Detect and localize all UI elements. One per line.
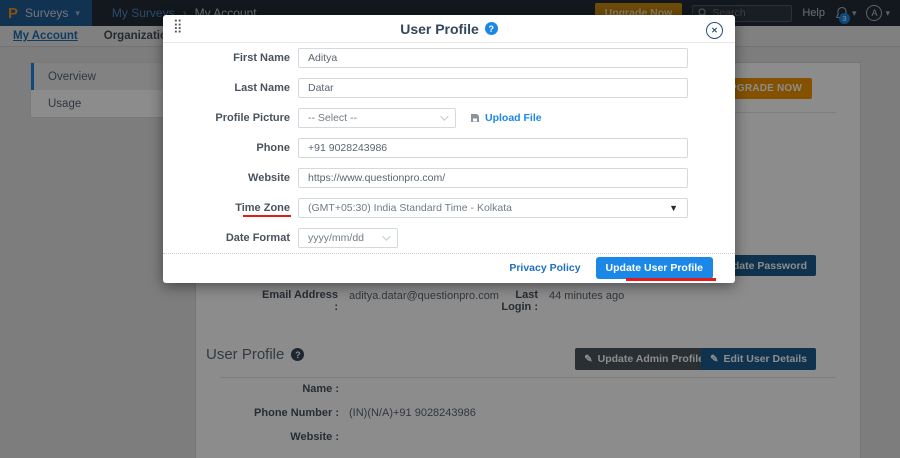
profile-picture-selected-value: -- Select -- — [308, 112, 357, 124]
timezone-selected-value: (GMT+05:30) India Standard Time - Kolkat… — [308, 202, 512, 214]
last-name-label: Last Name — [163, 82, 290, 94]
caret-down-icon: ▼ — [669, 203, 678, 213]
timezone-select[interactable]: (GMT+05:30) India Standard Time - Kolkat… — [298, 198, 688, 218]
modal-title: User Profile — [400, 21, 479, 37]
upload-file-icon — [470, 113, 480, 123]
close-icon[interactable]: ✕ — [706, 22, 723, 39]
dateformat-select[interactable]: yyyy/mm/dd — [298, 228, 398, 248]
timezone-label: Time Zone — [163, 202, 290, 214]
timezone-row: Time Zone (GMT+05:30) India Standard Tim… — [163, 193, 735, 223]
phone-label: Phone — [163, 142, 290, 154]
annotation-underline-timezone — [243, 215, 291, 217]
profile-picture-label: Profile Picture — [163, 112, 290, 124]
drag-handle-icon[interactable]: ⣿ — [173, 19, 183, 32]
website-row: Website — [163, 163, 735, 193]
last-name-row: Last Name — [163, 73, 735, 103]
user-profile-form: First Name Last Name Profile Picture -- … — [163, 43, 735, 253]
profile-picture-row: Profile Picture -- Select -- Upload File — [163, 103, 735, 133]
first-name-input[interactable] — [298, 48, 688, 68]
dateformat-label: Date Format — [163, 232, 290, 244]
help-icon[interactable]: ? — [485, 22, 498, 35]
chevron-down-icon — [440, 112, 448, 120]
update-user-profile-button[interactable]: Update User Profile — [596, 257, 713, 279]
last-name-input[interactable] — [298, 78, 688, 98]
dateformat-row: Date Format yyyy/mm/dd — [163, 223, 735, 253]
website-label: Website — [163, 172, 290, 184]
privacy-policy-link[interactable]: Privacy Policy — [509, 262, 580, 274]
first-name-row: First Name — [163, 43, 735, 73]
upload-file-label: Upload File — [485, 112, 542, 124]
modal-header: ⣿ User Profile ? ✕ — [163, 15, 735, 43]
phone-row: Phone — [163, 133, 735, 163]
first-name-label: First Name — [163, 52, 290, 64]
annotation-underline-update-button — [626, 278, 716, 281]
phone-input[interactable] — [298, 138, 688, 158]
user-profile-modal: ⣿ User Profile ? ✕ First Name Last Name … — [163, 15, 735, 283]
chevron-down-icon — [382, 232, 390, 240]
profile-picture-select[interactable]: -- Select -- — [298, 108, 456, 128]
website-input[interactable] — [298, 168, 688, 188]
modal-title-wrap: User Profile ? — [400, 21, 498, 37]
dateformat-selected-value: yyyy/mm/dd — [308, 232, 364, 244]
upload-file-link[interactable]: Upload File — [470, 112, 542, 124]
app-screen: P Surveys ▾ My Surveys › My Account Upgr… — [0, 0, 900, 458]
